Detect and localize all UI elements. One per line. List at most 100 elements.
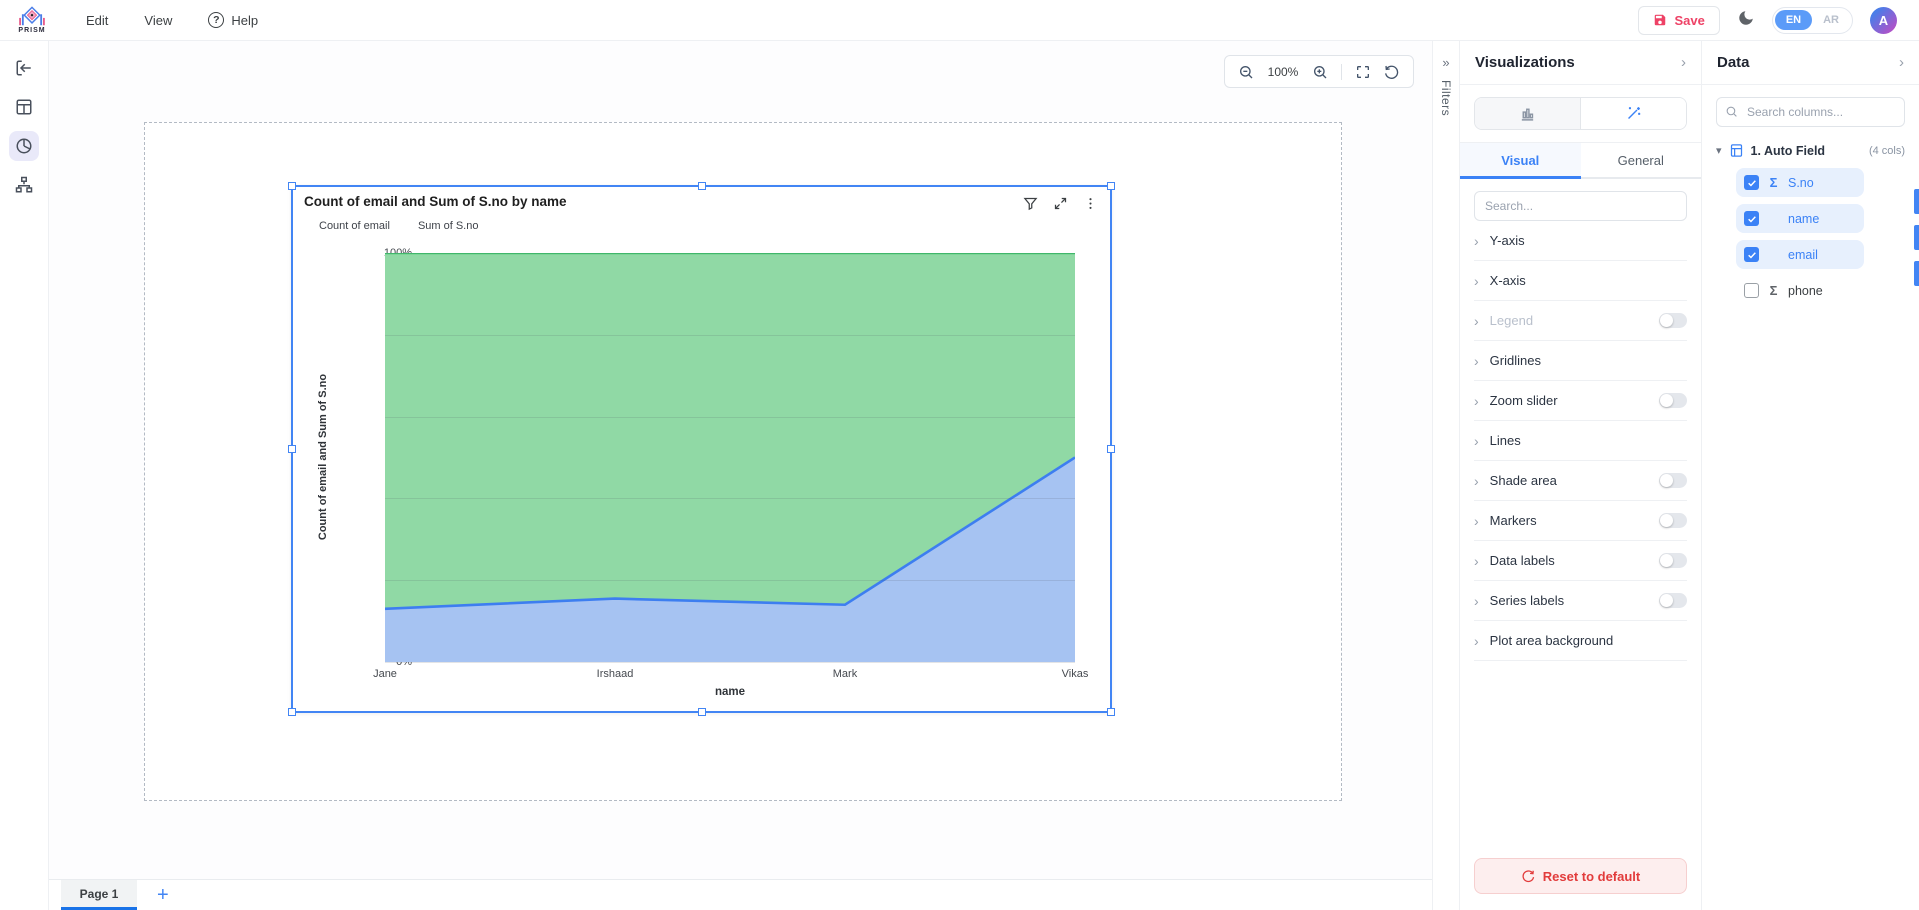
- collapse-data-icon[interactable]: ›: [1899, 55, 1904, 70]
- layout-tool-button[interactable]: [9, 92, 39, 122]
- exit-icon: [15, 59, 33, 77]
- toggle-switch-off[interactable]: [1659, 553, 1687, 568]
- exit-button[interactable]: [9, 53, 39, 83]
- prism-logo-icon: [18, 6, 46, 28]
- save-button[interactable]: Save: [1638, 6, 1719, 35]
- chevron-right-icon: ›: [1474, 633, 1479, 649]
- toggle-switch-off[interactable]: [1659, 313, 1687, 328]
- layout-grid-icon: [15, 98, 33, 116]
- sigma-icon: Σ: [1767, 283, 1780, 298]
- menu-view[interactable]: View: [144, 13, 172, 28]
- chart-tool-button[interactable]: [9, 131, 39, 161]
- resize-handle[interactable]: [288, 445, 296, 453]
- viz-option-label: Series labels: [1490, 593, 1564, 608]
- viz-option-label: Plot area background: [1490, 633, 1614, 648]
- chevron-right-icon: ›: [1474, 393, 1479, 409]
- menu-help[interactable]: ? Help: [208, 12, 258, 28]
- gridline: [385, 253, 1075, 254]
- expand-filters-icon[interactable]: »: [1442, 55, 1449, 70]
- logo-wordmark: PRISM: [18, 27, 45, 34]
- design-canvas[interactable]: 100% Count of email and Sum of S.no by n…: [49, 41, 1432, 910]
- zoom-out-button[interactable]: [1238, 64, 1254, 80]
- resize-handle[interactable]: [698, 708, 706, 716]
- add-page-button[interactable]: +: [157, 885, 169, 905]
- viz-option-gridlines[interactable]: ›Gridlines: [1474, 341, 1687, 381]
- resize-handle[interactable]: [288, 182, 296, 190]
- tab-visual[interactable]: Visual: [1460, 143, 1581, 177]
- menu-edit[interactable]: Edit: [86, 13, 108, 28]
- filters-rail-label[interactable]: Filters: [1439, 80, 1453, 116]
- viz-option-label: Markers: [1490, 513, 1537, 528]
- legend-item[interactable]: Count of email: [319, 220, 390, 232]
- gridline: [385, 662, 1075, 663]
- visualizations-title: Visualizations: [1475, 54, 1575, 71]
- legend-item[interactable]: Sum of S.no: [418, 220, 479, 232]
- viz-option-plot-area-background[interactable]: › Plot area background: [1474, 621, 1687, 661]
- canvas-zoom-toolbar: 100%: [1224, 55, 1414, 88]
- viz-option-markers[interactable]: ›Markers: [1474, 501, 1687, 541]
- zoom-in-button[interactable]: [1312, 64, 1328, 80]
- chart-type-button[interactable]: [1475, 98, 1581, 129]
- resize-handle[interactable]: [1107, 445, 1115, 453]
- chevron-right-icon: ›: [1474, 233, 1479, 249]
- field-checkbox[interactable]: [1744, 211, 1759, 226]
- toggle-switch-off[interactable]: [1659, 393, 1687, 408]
- toggle-switch-off[interactable]: [1659, 593, 1687, 608]
- app-logo[interactable]: PRISM: [10, 6, 54, 34]
- viz-option-label: Data labels: [1490, 553, 1555, 568]
- chevron-down-icon[interactable]: ▾: [1716, 144, 1722, 157]
- lang-en[interactable]: EN: [1775, 10, 1812, 30]
- search-columns-input[interactable]: [1716, 97, 1905, 127]
- dataset-group-row[interactable]: ▾ 1. Auto Field (4 cols): [1716, 143, 1905, 158]
- viz-option-x-axis[interactable]: ›X-axis: [1474, 261, 1687, 301]
- resize-handle[interactable]: [1107, 182, 1115, 190]
- field-row-name[interactable]: name: [1736, 204, 1864, 233]
- avatar[interactable]: A: [1870, 7, 1897, 34]
- reset-to-default-button[interactable]: Reset to default: [1474, 858, 1687, 894]
- page-tab[interactable]: Page 1: [61, 880, 137, 910]
- x-tick-label: Jane: [373, 668, 397, 680]
- lang-ar[interactable]: AR: [1812, 10, 1850, 30]
- hierarchy-tool-button[interactable]: [9, 170, 39, 200]
- viz-option-label: X-axis: [1490, 273, 1526, 288]
- dataset-group-name: 1. Auto Field: [1751, 144, 1826, 158]
- language-toggle[interactable]: EN AR: [1772, 7, 1853, 34]
- field-name: name: [1788, 212, 1819, 226]
- viz-option-y-axis[interactable]: ›Y-axis: [1474, 221, 1687, 261]
- toggle-switch-off[interactable]: [1659, 473, 1687, 488]
- resize-handle[interactable]: [1107, 708, 1115, 716]
- viz-option-series-labels[interactable]: ›Series labels: [1474, 581, 1687, 621]
- zoom-level: 100%: [1267, 65, 1299, 79]
- style-magic-button[interactable]: [1581, 98, 1686, 129]
- viz-option-label: Shade area: [1490, 473, 1557, 488]
- field-row-sno[interactable]: ΣS.no: [1736, 168, 1864, 197]
- resize-handle[interactable]: [288, 708, 296, 716]
- reset-view-button[interactable]: [1384, 64, 1400, 80]
- dark-mode-toggle[interactable]: [1737, 9, 1755, 32]
- viz-option-data-labels[interactable]: ›Data labels: [1474, 541, 1687, 581]
- field-checkbox[interactable]: [1744, 175, 1759, 190]
- field-checkbox[interactable]: [1744, 247, 1759, 262]
- field-checkbox[interactable]: [1744, 283, 1759, 298]
- viz-option-shade-area[interactable]: ›Shade area: [1474, 461, 1687, 501]
- widget-expand-button[interactable]: [1053, 196, 1068, 211]
- widget-menu-button[interactable]: [1083, 196, 1098, 211]
- widget-filter-button[interactable]: [1023, 196, 1038, 211]
- chart-mode-switch: [1474, 97, 1687, 130]
- resize-handle[interactable]: [698, 182, 706, 190]
- viz-search-input[interactable]: [1474, 191, 1687, 221]
- viz-option-legend[interactable]: ›Legend: [1474, 301, 1687, 341]
- x-axis-title: name: [385, 686, 1075, 698]
- chart-title: Count of email and Sum of S.no by name: [304, 194, 567, 209]
- chart-widget[interactable]: Count of email and Sum of S.no by name C…: [291, 185, 1112, 713]
- toggle-switch-off[interactable]: [1659, 513, 1687, 528]
- collapse-visualizations-icon[interactable]: ›: [1681, 55, 1686, 70]
- viz-option-lines[interactable]: ›Lines: [1474, 421, 1687, 461]
- viz-option-zoom-slider[interactable]: ›Zoom slider: [1474, 381, 1687, 421]
- sitemap-icon: [15, 176, 33, 194]
- field-row-email[interactable]: email: [1736, 240, 1864, 269]
- fit-screen-button[interactable]: [1355, 64, 1371, 80]
- field-row-phone[interactable]: Σphone: [1736, 276, 1864, 305]
- tab-general[interactable]: General: [1581, 143, 1702, 177]
- table-file-icon: [1729, 143, 1744, 158]
